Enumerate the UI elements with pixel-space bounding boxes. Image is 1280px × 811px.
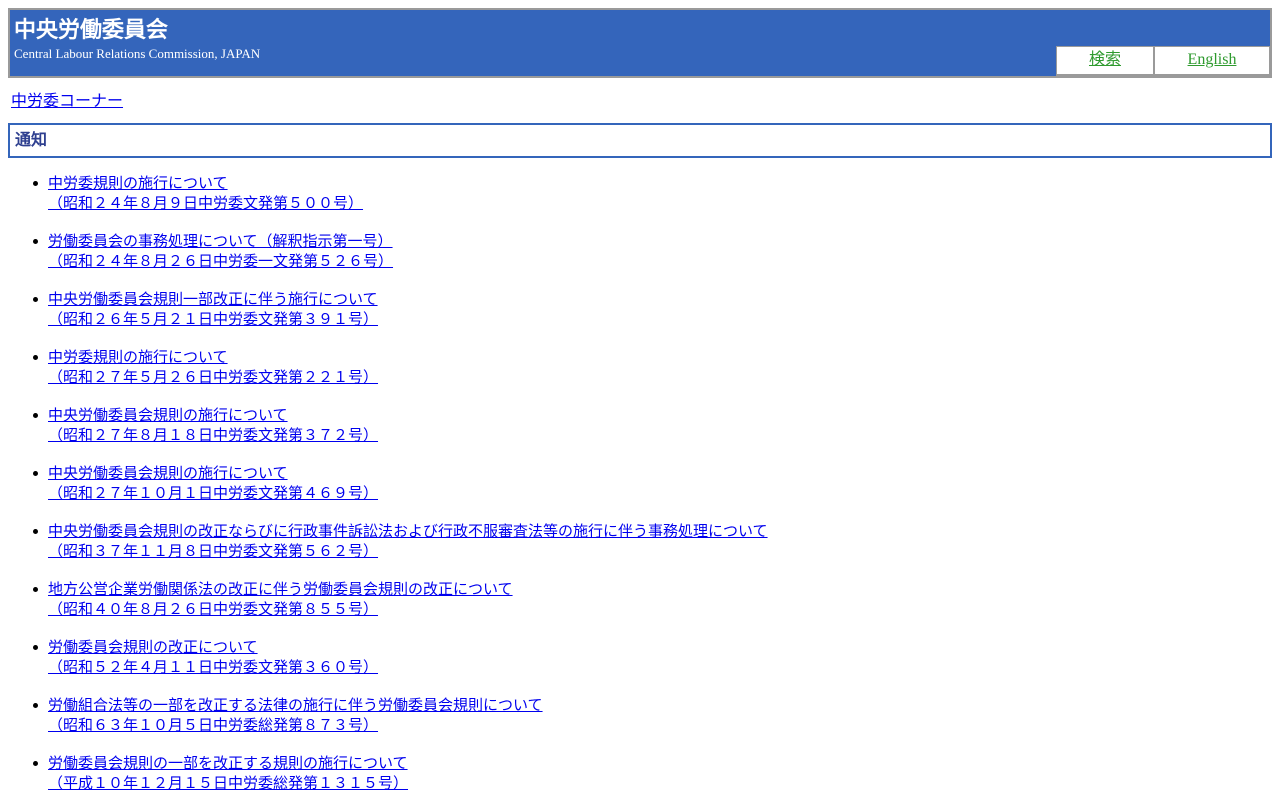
site-header: 中央労働委員会 Central Labour Relations Commiss… bbox=[8, 8, 1272, 78]
list-item: 中労委規則の施行について （昭和２４年８月９日中労委文発第５００号） bbox=[33, 173, 1248, 231]
notice-title: 中央労働委員会規則の施行について bbox=[48, 406, 288, 424]
notice-title: 中労委規則の施行について bbox=[48, 348, 228, 366]
site-title: 中央労働委員会 bbox=[14, 18, 169, 43]
notice-link[interactable]: 地方公営企業労働関係法の改正に伴う労働委員会規則の改正について （昭和４０年８月２… bbox=[48, 579, 1248, 619]
section-heading-box: 通知 bbox=[8, 123, 1272, 158]
notice-title: 中央労働委員会規則の施行について bbox=[48, 464, 288, 482]
list-item: 労働委員会規則の一部を改正する規則の施行について （平成１０年１２月１５日中労委総… bbox=[33, 753, 1248, 811]
search-link[interactable]: 検索 bbox=[1056, 46, 1154, 76]
list-item: 中央労働委員会規則の施行について （昭和２７年８月１８日中労委文発第３７２号） bbox=[33, 405, 1248, 463]
list-item: 労働委員会規則の改正について （昭和５２年４月１１日中労委文発第３６０号） bbox=[33, 637, 1248, 695]
notice-link[interactable]: 中央労働委員会規則一部改正に伴う施行について （昭和２６年５月２１日中労委文発第３… bbox=[48, 289, 1248, 329]
notice-link[interactable]: 労働委員会の事務処理について（解釈指示第一号） （昭和２４年８月２６日中労委一文発… bbox=[48, 231, 1248, 271]
notice-ref: （昭和６３年１０月５日中労委総発第８７３号） bbox=[48, 716, 379, 734]
notice-ref: （昭和２４年８月２６日中労委一文発第５２６号） bbox=[48, 252, 394, 270]
notice-link[interactable]: 中央労働委員会規則の施行について （昭和２７年８月１８日中労委文発第３７２号） bbox=[48, 405, 1248, 445]
notice-link[interactable]: 労働委員会規則の一部を改正する規則の施行について （平成１０年１２月１５日中労委総… bbox=[48, 753, 1248, 793]
notice-title: 地方公営企業労働関係法の改正に伴う労働委員会規則の改正について bbox=[48, 580, 513, 598]
notice-title: 中央労働委員会規則の改正ならびに行政事件訴訟法および行政不服審査法等の施行に伴う… bbox=[48, 522, 768, 540]
notice-ref: （昭和２７年５月２６日中労委文発第２２１号） bbox=[48, 368, 379, 386]
notice-link[interactable]: 中央労働委員会規則の改正ならびに行政事件訴訟法および行政不服審査法等の施行に伴う… bbox=[48, 521, 1248, 561]
list-item: 中労委規則の施行について （昭和２７年５月２６日中労委文発第２２１号） bbox=[33, 347, 1248, 405]
list-item: 地方公営企業労働関係法の改正に伴う労働委員会規則の改正について （昭和４０年８月２… bbox=[33, 579, 1248, 637]
breadcrumb-link-corner[interactable]: 中労委コーナー bbox=[11, 93, 123, 110]
notice-link[interactable]: 中労委規則の施行について （昭和２７年５月２６日中労委文発第２２１号） bbox=[48, 347, 1248, 387]
list-item: 中央労働委員会規則の改正ならびに行政事件訴訟法および行政不服審査法等の施行に伴う… bbox=[33, 521, 1248, 579]
notice-ref: （平成１０年１２月１５日中労委総発第１３１５号） bbox=[48, 774, 409, 792]
english-link[interactable]: English bbox=[1154, 46, 1270, 76]
notice-ref: （昭和２７年１０月１日中労委文発第４６９号） bbox=[48, 484, 379, 502]
notice-link[interactable]: 労働委員会規則の改正について （昭和５２年４月１１日中労委文発第３６０号） bbox=[48, 637, 1248, 677]
list-item: 労働組合法等の一部を改正する法律の施行に伴う労働委員会規則について （昭和６３年１… bbox=[33, 695, 1248, 753]
notice-ref: （昭和２４年８月９日中労委文発第５００号） bbox=[48, 194, 364, 212]
notice-list: 中労委規則の施行について （昭和２４年８月９日中労委文発第５００号） 労働委員会の… bbox=[8, 173, 1248, 811]
breadcrumb: 中労委コーナー bbox=[11, 93, 123, 111]
notice-title: 労働委員会規則の一部を改正する規則の施行について bbox=[48, 754, 408, 772]
site-subtitle: Central Labour Relations Commission, JAP… bbox=[14, 46, 261, 61]
list-item: 中央労働委員会規則一部改正に伴う施行について （昭和２６年５月２１日中労委文発第３… bbox=[33, 289, 1248, 347]
notice-title: 労働委員会の事務処理について（解釈指示第一号） bbox=[48, 232, 393, 250]
section-heading: 通知 bbox=[15, 130, 48, 149]
list-item: 中央労働委員会規則の施行について （昭和２７年１０月１日中労委文発第４６９号） bbox=[33, 463, 1248, 521]
notice-title: 労働委員会規則の改正について bbox=[48, 638, 258, 656]
notice-title: 中央労働委員会規則一部改正に伴う施行について bbox=[48, 290, 378, 308]
notice-title: 労働組合法等の一部を改正する法律の施行に伴う労働委員会規則について bbox=[48, 696, 543, 714]
notice-link[interactable]: 労働組合法等の一部を改正する法律の施行に伴う労働委員会規則について （昭和６３年１… bbox=[48, 695, 1248, 735]
notice-link[interactable]: 中央労働委員会規則の施行について （昭和２７年１０月１日中労委文発第４６９号） bbox=[48, 463, 1248, 503]
notice-ref: （昭和４０年８月２６日中労委文発第８５５号） bbox=[48, 600, 379, 618]
notice-link[interactable]: 中労委規則の施行について （昭和２４年８月９日中労委文発第５００号） bbox=[48, 173, 1248, 213]
notice-ref: （昭和５２年４月１１日中労委文発第３６０号） bbox=[48, 658, 379, 676]
notice-ref: （昭和２６年５月２１日中労委文発第３９１号） bbox=[48, 310, 379, 328]
notice-ref: （昭和２７年８月１８日中労委文発第３７２号） bbox=[48, 426, 379, 444]
header-nav: 検索 English bbox=[1056, 46, 1270, 76]
notice-ref: （昭和３７年１１月８日中労委文発第５６２号） bbox=[48, 542, 379, 560]
notice-title: 中労委規則の施行について bbox=[48, 174, 228, 192]
list-item: 労働委員会の事務処理について（解釈指示第一号） （昭和２４年８月２６日中労委一文発… bbox=[33, 231, 1248, 289]
